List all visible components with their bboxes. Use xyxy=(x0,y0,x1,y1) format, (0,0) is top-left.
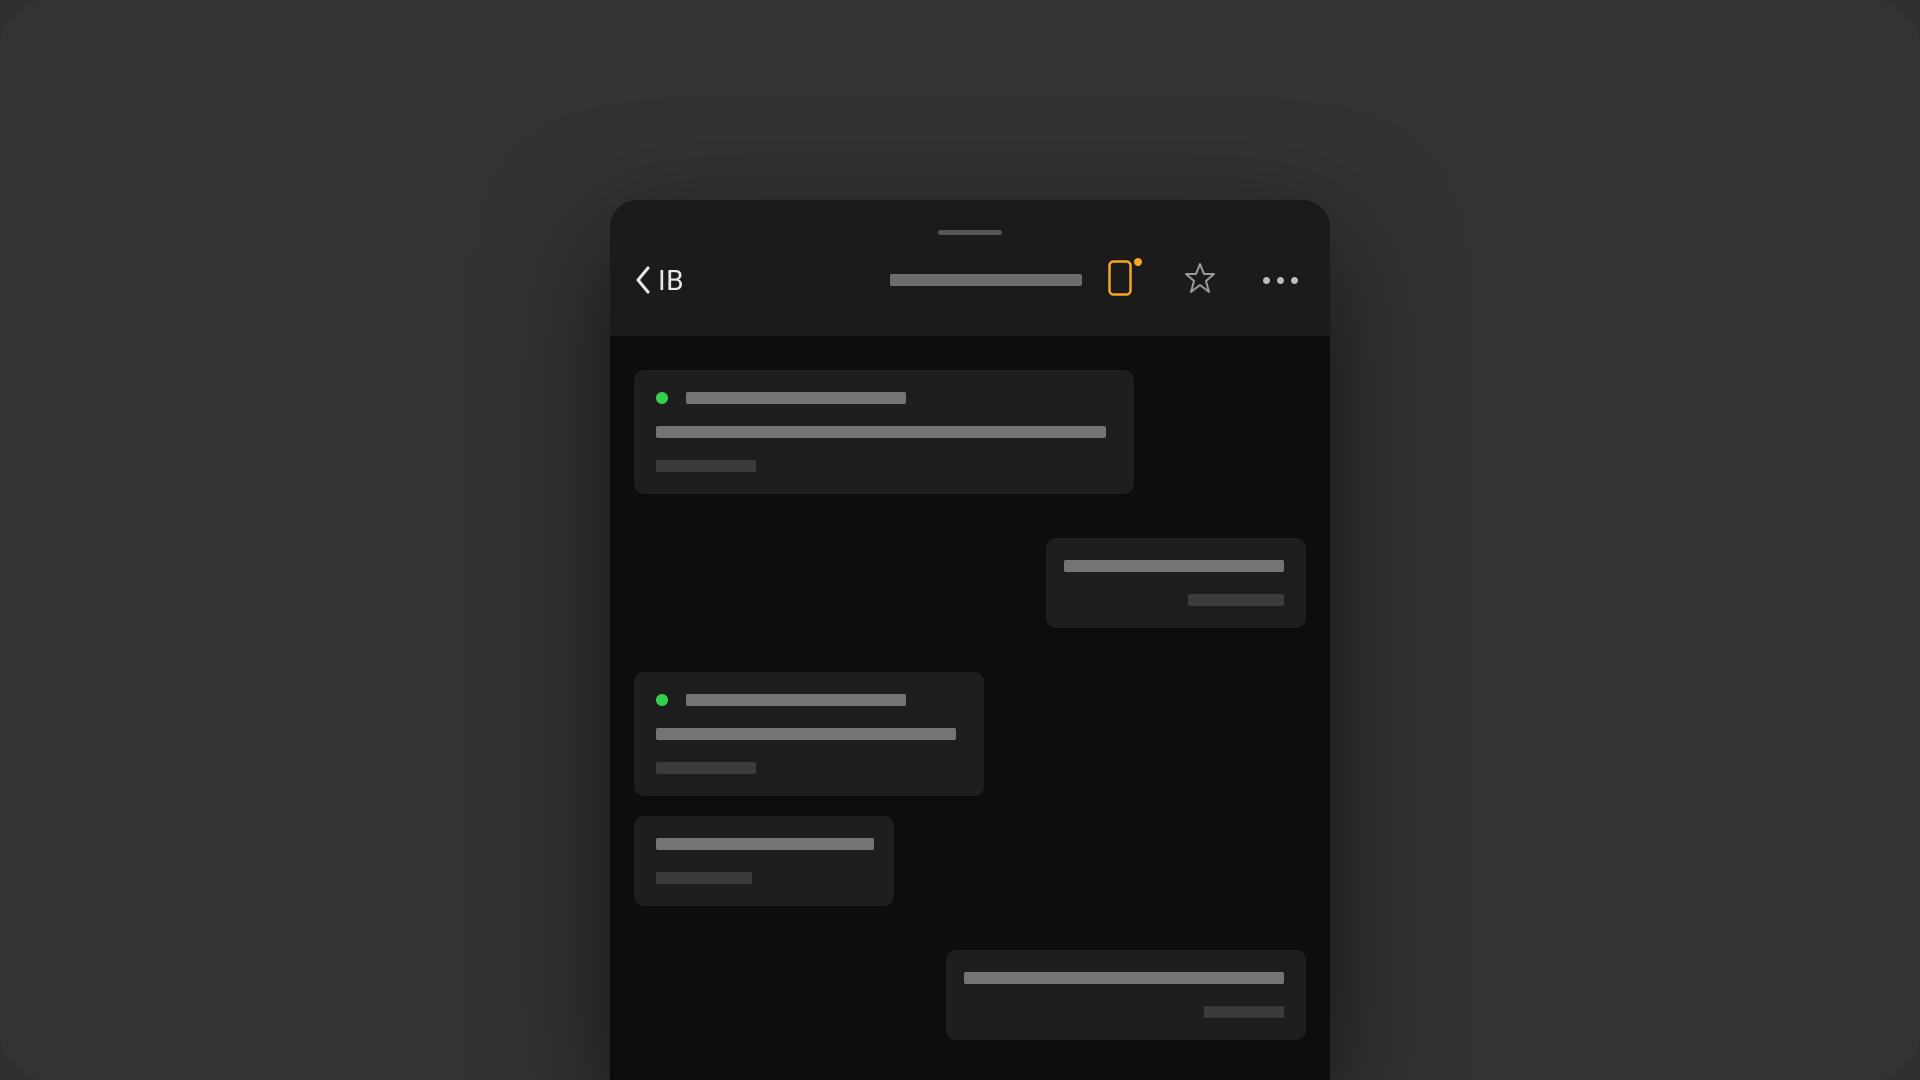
app-stage: IB xyxy=(0,0,1920,1080)
chat-panel: IB xyxy=(610,200,1330,1080)
message-meta-placeholder xyxy=(656,872,752,884)
chat-header: IB xyxy=(610,200,1330,336)
chevron-left-icon xyxy=(634,265,652,295)
message-bubble[interactable] xyxy=(1046,538,1306,628)
presence-dot-icon xyxy=(656,694,668,706)
message-text-placeholder xyxy=(686,694,906,706)
star-icon xyxy=(1184,262,1216,298)
message-bubble[interactable] xyxy=(946,950,1306,1040)
back-button[interactable]: IB xyxy=(634,264,684,297)
device-button[interactable] xyxy=(1102,262,1138,298)
message-meta-placeholder xyxy=(1204,1006,1284,1018)
message-list[interactable] xyxy=(610,336,1330,1074)
message-text-placeholder xyxy=(656,426,1106,438)
more-horizontal-icon xyxy=(1263,277,1298,284)
message-bubble[interactable] xyxy=(634,370,1134,494)
message-text-placeholder xyxy=(656,728,956,740)
more-button[interactable] xyxy=(1262,262,1298,298)
message-meta-placeholder xyxy=(656,762,756,774)
message-text-placeholder xyxy=(964,972,1284,984)
notification-badge xyxy=(1134,258,1142,266)
message-text-placeholder xyxy=(686,392,906,404)
message-meta-placeholder xyxy=(1188,594,1284,606)
header-actions xyxy=(1102,262,1298,298)
chat-title-placeholder xyxy=(890,274,1082,286)
message-text-placeholder xyxy=(656,838,874,850)
drag-handle[interactable] xyxy=(938,230,1002,235)
message-bubble[interactable] xyxy=(634,816,894,906)
smartphone-icon xyxy=(1108,260,1132,300)
message-meta-placeholder xyxy=(656,460,756,472)
back-label: IB xyxy=(658,264,684,297)
message-bubble[interactable] xyxy=(634,672,984,796)
message-text-placeholder xyxy=(1064,560,1284,572)
favorite-button[interactable] xyxy=(1182,262,1218,298)
presence-dot-icon xyxy=(656,392,668,404)
